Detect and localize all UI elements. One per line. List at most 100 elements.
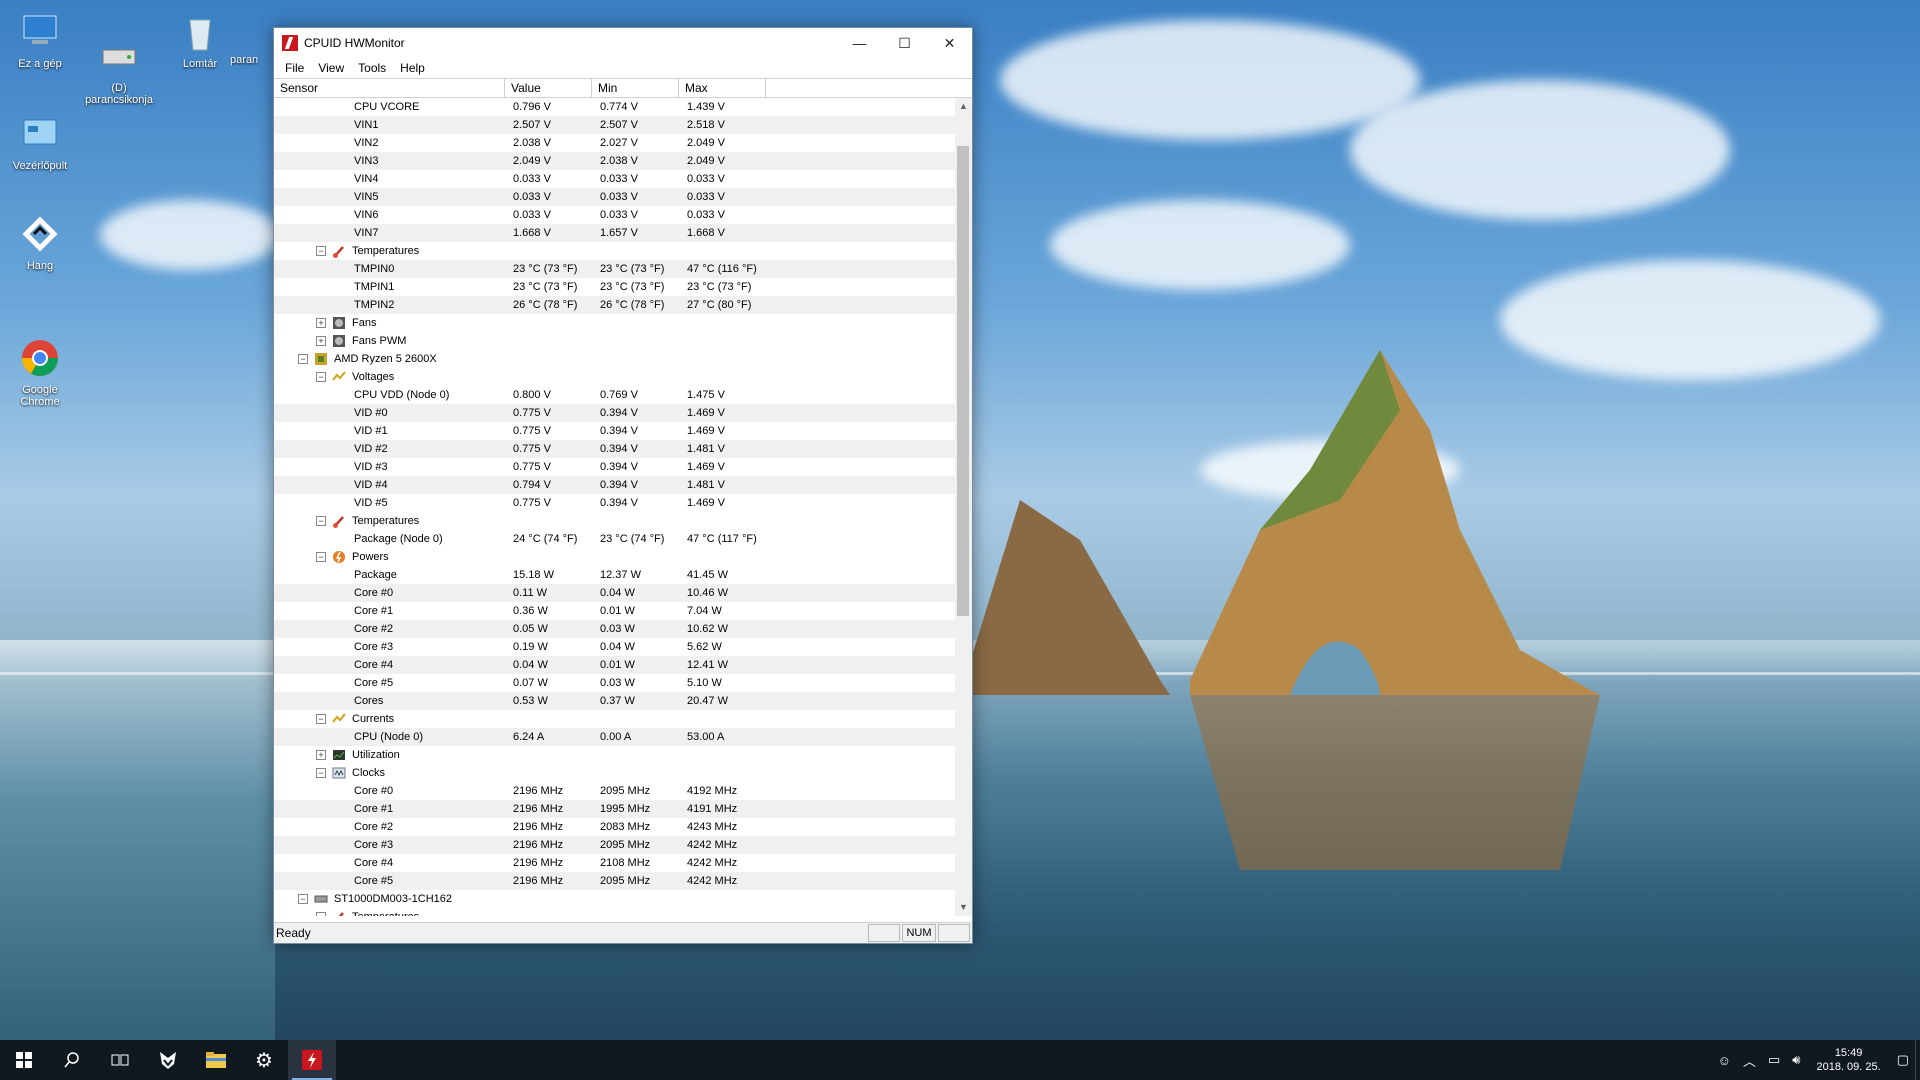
sensor-row[interactable]: CPU VCORE 0.796 V 0.774 V 1.439 V <box>274 98 955 116</box>
sensor-group-row[interactable]: + Fans <box>274 314 955 332</box>
column-max[interactable]: Max <box>679 79 766 97</box>
sensor-row[interactable]: Package (Node 0) 24 °C (74 °F) 23 °C (74 °… <box>274 530 955 548</box>
sensor-row[interactable]: VID #2 0.775 V 0.394 V 1.481 V <box>274 440 955 458</box>
sensor-row[interactable]: Cores 0.53 W 0.37 W 20.47 W <box>274 692 955 710</box>
temp-icon <box>332 514 346 528</box>
sensor-value-cell: 0.033 V <box>513 191 551 203</box>
scroll-thumb[interactable] <box>957 146 969 616</box>
column-min[interactable]: Min <box>592 79 679 97</box>
collapse-icon[interactable]: − <box>316 552 326 562</box>
sensor-row[interactable]: TMPIN2 26 °C (78 °F) 26 °C (78 °F) 27 °C (8… <box>274 296 955 314</box>
sensor-min-cell: 1.657 V <box>600 227 638 239</box>
title-bar[interactable]: CPUID HWMonitor — ☐ ✕ <box>274 28 972 58</box>
sensor-row[interactable]: VID #0 0.775 V 0.394 V 1.469 V <box>274 404 955 422</box>
sensor-row[interactable]: VIN2 2.038 V 2.027 V 2.049 V <box>274 134 955 152</box>
volume-icon[interactable]: 🔊︎ <box>1786 1052 1806 1068</box>
collapse-icon[interactable]: − <box>316 714 326 724</box>
sensor-row[interactable]: VID #1 0.775 V 0.394 V 1.469 V <box>274 422 955 440</box>
sensor-row[interactable]: VIN1 2.507 V 2.507 V 2.518 V <box>274 116 955 134</box>
sensor-row[interactable]: CPU (Node 0) 6.24 A 0.00 A 53.00 A <box>274 728 955 746</box>
sensor-group-row[interactable]: − Powers <box>274 548 955 566</box>
scroll-up-icon[interactable]: ▲ <box>955 98 972 115</box>
start-button[interactable] <box>0 1040 48 1080</box>
sensor-row[interactable]: CPU VDD (Node 0) 0.800 V 0.769 V 1.475 V <box>274 386 955 404</box>
task-view-button[interactable] <box>96 1040 144 1080</box>
sensor-row[interactable]: Core #2 0.05 W 0.03 W 10.62 W <box>274 620 955 638</box>
sensor-group-row[interactable]: + Utilization <box>274 746 955 764</box>
collapse-icon[interactable]: − <box>316 246 326 256</box>
sensor-group-row[interactable]: − Voltages <box>274 368 955 386</box>
vertical-scrollbar[interactable]: ▲ ▼ <box>955 98 972 916</box>
collapse-icon[interactable]: − <box>298 894 308 904</box>
menu-tools[interactable]: Tools <box>351 61 393 75</box>
taskbar-file-explorer[interactable] <box>192 1040 240 1080</box>
sensor-group-row[interactable]: − Currents <box>274 710 955 728</box>
network-icon[interactable]: ▭ <box>1762 1052 1786 1068</box>
close-button[interactable]: ✕ <box>927 28 972 58</box>
scroll-down-icon[interactable]: ▼ <box>955 899 972 916</box>
sensor-name-cell: CPU VCORE <box>274 101 505 113</box>
collapse-icon[interactable]: − <box>316 372 326 382</box>
sensor-row[interactable]: Core #0 2196 MHz 2095 MHz 4192 MHz <box>274 782 955 800</box>
expand-icon[interactable]: + <box>316 336 326 346</box>
menu-help[interactable]: Help <box>393 61 432 75</box>
maximize-button[interactable]: ☐ <box>882 28 927 58</box>
sensor-row[interactable]: TMPIN0 23 °C (73 °F) 23 °C (73 °F) 47 °C (1… <box>274 260 955 278</box>
sensor-group-row[interactable]: + Fans PWM <box>274 332 955 350</box>
menu-view[interactable]: View <box>311 61 351 75</box>
desktop-icon-recycle-bin[interactable]: Lomtár <box>160 10 240 70</box>
sensor-tree[interactable]: CPU VCORE 0.796 V 0.774 V 1.439 V VIN1 2.507 … <box>274 98 955 916</box>
chevron-up-icon[interactable]: ︿ <box>1737 1051 1762 1070</box>
sensor-row[interactable]: Package 15.18 W 12.37 W 41.45 W <box>274 566 955 584</box>
search-button[interactable] <box>48 1040 96 1080</box>
collapse-icon[interactable]: − <box>316 912 326 916</box>
collapse-icon[interactable]: − <box>316 516 326 526</box>
sensor-row[interactable]: VID #5 0.775 V 0.394 V 1.469 V <box>274 494 955 512</box>
sensor-row[interactable]: Core #1 2196 MHz 1995 MHz 4191 MHz <box>274 800 955 818</box>
sensor-row[interactable]: Core #4 2196 MHz 2108 MHz 4242 MHz <box>274 854 955 872</box>
taskbar-hwmonitor[interactable] <box>288 1040 336 1080</box>
clock[interactable]: 15:49 2018. 09. 25. <box>1806 1046 1890 1074</box>
expand-icon[interactable]: + <box>316 318 326 328</box>
sensor-row[interactable]: Core #3 2196 MHz 2095 MHz 4242 MHz <box>274 836 955 854</box>
minimize-button[interactable]: — <box>837 28 882 58</box>
sensor-group-row[interactable]: − ST1000DM003-1CH162 <box>274 890 955 908</box>
show-desktop-button[interactable] <box>1915 1040 1920 1080</box>
desktop-icon-sound[interactable]: Hang <box>0 212 80 272</box>
sensor-row[interactable]: Core #1 0.36 W 0.01 W 7.04 W <box>274 602 955 620</box>
column-sensor[interactable]: Sensor <box>274 79 505 97</box>
expand-icon[interactable]: + <box>316 750 326 760</box>
desktop-icon-this-pc[interactable]: Ez a gép <box>0 10 80 70</box>
sensor-row[interactable]: Core #4 0.04 W 0.01 W 12.41 W <box>274 656 955 674</box>
desktop-icon-chrome[interactable]: Google Chrome <box>0 312 80 420</box>
sensor-row[interactable]: TMPIN1 23 °C (73 °F) 23 °C (73 °F) 23 °C (7… <box>274 278 955 296</box>
sensor-row[interactable]: Core #3 0.19 W 0.04 W 5.62 W <box>274 638 955 656</box>
notifications-icon[interactable]: ▢ <box>1891 1052 1915 1068</box>
column-value[interactable]: Value <box>505 79 592 97</box>
sensor-row[interactable]: VIN6 0.033 V 0.033 V 0.033 V <box>274 206 955 224</box>
sensor-row[interactable]: VIN4 0.033 V 0.033 V 0.033 V <box>274 170 955 188</box>
menu-file[interactable]: File <box>278 61 311 75</box>
sensor-row[interactable]: VID #4 0.794 V 0.394 V 1.481 V <box>274 476 955 494</box>
desktop-icon-d-shortcut[interactable]: (D) parancsikonja <box>79 10 159 118</box>
sensor-group-row[interactable]: − AMD Ryzen 5 2600X <box>274 350 955 368</box>
taskbar-app-fox[interactable] <box>144 1040 192 1080</box>
collapse-icon[interactable]: − <box>298 354 308 364</box>
sensor-group-row[interactable]: − Clocks <box>274 764 955 782</box>
collapse-icon[interactable]: − <box>316 768 326 778</box>
taskbar-settings[interactable]: ⚙ <box>240 1040 288 1080</box>
people-icon[interactable]: ☺ <box>1712 1053 1737 1068</box>
sensor-row[interactable]: VIN5 0.033 V 0.033 V 0.033 V <box>274 188 955 206</box>
sensor-row[interactable]: Core #5 2196 MHz 2095 MHz 4242 MHz <box>274 872 955 890</box>
sensor-row[interactable]: Core #0 0.11 W 0.04 W 10.46 W <box>274 584 955 602</box>
desktop-icon-control-panel[interactable]: Vezérlőpult <box>0 112 80 172</box>
sensor-row[interactable]: VIN7 1.668 V 1.657 V 1.668 V <box>274 224 955 242</box>
sensor-group-row[interactable]: − Temperatures <box>274 242 955 260</box>
sensor-row[interactable]: Core #2 2196 MHz 2083 MHz 4243 MHz <box>274 818 955 836</box>
sensor-group-row[interactable]: − Temperatures <box>274 908 955 916</box>
sensor-row[interactable]: Core #5 0.07 W 0.03 W 5.10 W <box>274 674 955 692</box>
sensor-group-row[interactable]: − Temperatures <box>274 512 955 530</box>
sensor-row[interactable]: VIN3 2.049 V 2.038 V 2.049 V <box>274 152 955 170</box>
sensor-row[interactable]: VID #3 0.775 V 0.394 V 1.469 V <box>274 458 955 476</box>
desktop-icon-partial[interactable]: paran <box>230 30 275 66</box>
